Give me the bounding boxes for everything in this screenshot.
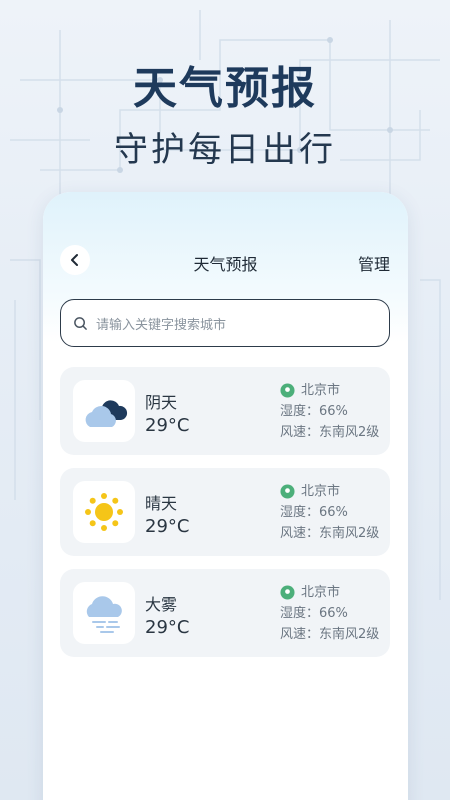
phone-screen: 天气预报 管理 请输入关键字搜索城市 阴天 29°C 北京市 湿度：66% 风速…	[43, 192, 408, 800]
location-pin-icon	[280, 585, 295, 600]
wind-text: 风速：东南风2级	[280, 627, 380, 642]
weather-card[interactable]: 阴天 29°C 北京市 湿度：66% 风速：东南风2级	[60, 367, 390, 455]
location-pin-icon	[280, 484, 295, 499]
condition-text: 阴天	[145, 393, 178, 412]
weather-card[interactable]: 大雾 29°C 北京市 湿度：66% 风速：东南风2级	[60, 569, 390, 657]
wind-text: 风速：东南风2级	[280, 425, 380, 440]
condition-text: 大雾	[145, 595, 178, 614]
weather-card[interactable]: 晴天 29°C 北京市 湿度：66% 风速：东南风2级	[60, 468, 390, 556]
weather-info: 北京市 湿度：66% 风速：东南风2级	[280, 481, 379, 544]
humidity-text: 湿度：66%	[280, 505, 348, 520]
sunny-icon	[85, 493, 123, 531]
weather-info: 北京市 湿度：66% 风速：东南风2级	[280, 380, 379, 443]
condition-text: 晴天	[145, 494, 178, 513]
humidity-text: 湿度：66%	[280, 404, 348, 419]
hero-title: 天气预报	[133, 63, 317, 114]
hero-subtitle: 守护每日出行	[114, 130, 336, 170]
manage-button[interactable]: 管理	[358, 251, 390, 275]
temperature-text: 29°C	[145, 617, 190, 638]
location-pin-icon	[280, 383, 295, 398]
temperature-text: 29°C	[145, 415, 190, 436]
location-text: 北京市	[301, 383, 341, 398]
weather-icon-box	[73, 481, 135, 543]
fog-icon	[86, 596, 122, 633]
search-placeholder: 请输入关键字搜索城市	[96, 317, 227, 333]
search-icon	[74, 316, 87, 330]
page-title: 天气预报	[193, 255, 258, 274]
humidity-text: 湿度：66%	[280, 606, 348, 621]
temperature-text: 29°C	[145, 516, 190, 537]
wind-text: 风速：东南风2级	[280, 526, 380, 541]
weather-info: 北京市 湿度：66% 风速：东南风2级	[280, 582, 379, 645]
weather-icon-box	[73, 582, 135, 644]
cloudy-icon	[85, 400, 128, 427]
location-text: 北京市	[301, 585, 341, 600]
search-input[interactable]: 请输入关键字搜索城市	[60, 299, 390, 347]
weather-icon-box	[73, 380, 135, 442]
location-text: 北京市	[301, 484, 341, 499]
